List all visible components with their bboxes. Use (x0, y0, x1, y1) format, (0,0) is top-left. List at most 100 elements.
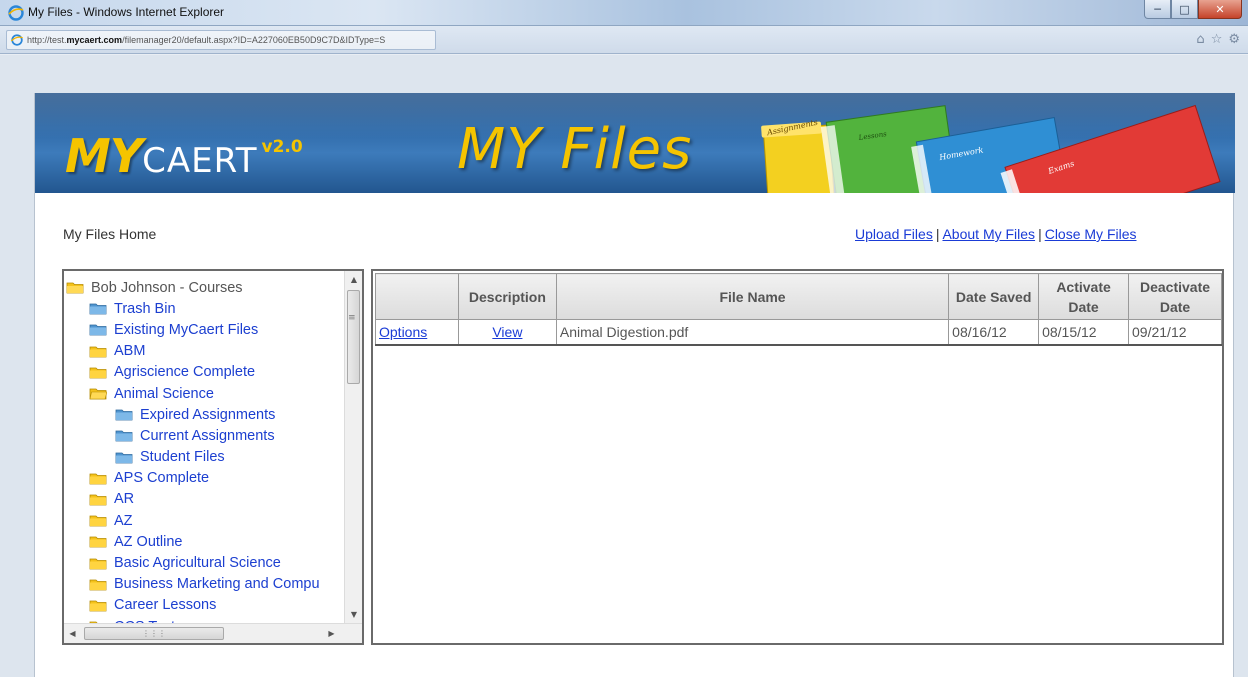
ie-logo-icon (8, 5, 24, 21)
scroll-up-icon[interactable]: ▲ (345, 271, 362, 288)
date-saved-cell: 08/16/12 (948, 319, 1040, 346)
close-my-files-link[interactable]: Close My Files (1045, 226, 1137, 242)
tree-item-label: Expired Assignments (140, 406, 276, 423)
banner-title: MY Files (457, 117, 693, 182)
folder-yellow-icon (89, 473, 107, 485)
tree-item-label: Basic Agricultural Science (114, 555, 281, 572)
address-bar: http://test.mycaert.com/filemanager20/de… (0, 26, 1248, 54)
tree-item[interactable]: Expired Assignments (64, 404, 344, 425)
logo-version: v2.0 (261, 137, 303, 157)
files-panel: Description File Name Date Saved Activat… (371, 269, 1224, 645)
logo-my: MY (65, 129, 143, 183)
close-icon[interactable]: ✕ (1198, 0, 1242, 19)
tree-item[interactable]: Career Lessons (64, 595, 344, 616)
tree-item[interactable]: APS Complete (64, 468, 344, 489)
window-titlebar: My Files - Windows Internet Explorer ─ □… (0, 0, 1248, 26)
hscroll-thumb[interactable]: ⋮⋮⋮ (84, 627, 224, 640)
folder-yellow-icon (89, 494, 107, 506)
tree-item[interactable]: AZ (64, 510, 344, 531)
window-title: My Files - Windows Internet Explorer (28, 5, 225, 19)
tree-root-label: Bob Johnson - Courses (91, 279, 243, 296)
tree-item[interactable]: Business Marketing and Compu (64, 574, 344, 595)
upload-files-link[interactable]: Upload Files (855, 226, 933, 242)
tree-item-label: AZ (114, 512, 133, 529)
scroll-left-icon[interactable]: ◀ (64, 625, 81, 642)
folder-blue-icon (89, 325, 107, 336)
tree-item[interactable]: AR (64, 489, 344, 510)
maximize-icon[interactable]: □ (1171, 0, 1198, 19)
scroll-grip-icon: ≡ (348, 313, 356, 323)
folder-yellow-icon (89, 367, 107, 379)
tree-item[interactable]: AZ Outline (64, 531, 344, 552)
files-table: Description File Name Date Saved Activat… (375, 273, 1222, 346)
file-name-cell: Animal Digestion.pdf (555, 319, 950, 346)
url-path: /filemanager20/default.aspx?ID=A227060EB… (122, 35, 386, 45)
folder-blue-icon (115, 409, 133, 421)
content-frame: MYCAERT v2.0 MY Files Assignments Lessons… (34, 93, 1235, 677)
folder-yellow-icon (89, 558, 107, 569)
window-controls: ─ □ ✕ (1144, 0, 1242, 20)
scroll-right-icon[interactable]: ▶ (323, 625, 340, 642)
folder-blue-icon (115, 452, 133, 463)
description-cell: View (457, 319, 557, 346)
tree-item-label: Agriscience Complete (114, 364, 256, 381)
tree-item[interactable]: ABM (64, 341, 344, 362)
about-my-files-link[interactable]: About My Files (942, 226, 1035, 242)
ie-page-icon (10, 34, 23, 46)
col-header-file-name: File Name (555, 273, 950, 320)
table-header-row: Description File Name Date Saved Activat… (375, 273, 1222, 320)
link-separator: | (1038, 226, 1042, 242)
col-header-description: Description (457, 273, 557, 320)
folder-yellow-icon (89, 515, 107, 527)
settings-gear-icon[interactable]: ⚙ (1228, 32, 1240, 47)
tree-horizontal-scrollbar[interactable]: ◀ ⋮⋮⋮ ▶ (64, 623, 362, 643)
tree-item[interactable]: Animal Science (64, 383, 344, 404)
logo-caert: CAERT (142, 141, 258, 181)
folder-yellow-icon (89, 346, 107, 358)
tree-item[interactable]: Student Files (64, 447, 344, 468)
tree-item-label: ABM (114, 343, 146, 360)
mycaert-logo: MYCAERT v2.0 (65, 129, 303, 183)
tree-item-label: AR (114, 491, 135, 508)
tree-item-label: Student Files (140, 449, 225, 466)
books-illustration: Assignments Lessons Homework Exams (761, 104, 1221, 193)
tree-item[interactable]: CCS Test (64, 616, 344, 623)
scroll-thumb[interactable] (347, 290, 360, 384)
tree-item-label: Existing MyCaert Files (114, 321, 259, 338)
tree-item[interactable]: Agriscience Complete (64, 362, 344, 383)
options-cell: Options (375, 319, 459, 346)
tree-item[interactable]: Current Assignments (64, 425, 344, 446)
tree-item-label: Animal Science (114, 385, 214, 402)
home-icon[interactable]: ⌂ (1196, 32, 1204, 47)
scroll-down-icon[interactable]: ▼ (345, 606, 362, 623)
favorites-star-icon[interactable]: ☆ (1211, 32, 1223, 47)
deactivate-date-cell: 09/21/12 (1128, 319, 1222, 346)
folder-tree: Bob Johnson - Courses Trash Bin Existing … (64, 271, 344, 623)
banner: MYCAERT v2.0 MY Files Assignments Lessons… (35, 93, 1235, 193)
table-row: Options View Animal Digestion.pdf 08/16/… (375, 319, 1222, 346)
tree-vertical-scrollbar[interactable]: ▲ ≡ ▼ (344, 271, 362, 623)
minimize-icon[interactable]: ─ (1144, 0, 1171, 19)
tree-item-label: Current Assignments (140, 427, 275, 444)
tree-item-label: Trash Bin (114, 300, 176, 317)
tree-item-label: AZ Outline (114, 533, 183, 550)
options-link[interactable]: Options (379, 324, 427, 340)
my-files-home-label: My Files Home (63, 226, 157, 242)
folder-blue-icon (89, 303, 107, 315)
tree-item-label: APS Complete (114, 470, 210, 487)
view-link[interactable]: View (492, 324, 522, 340)
folder-yellow-icon (89, 600, 107, 612)
browser-tools: ⌂ ☆ ⚙ (1196, 32, 1240, 47)
tree-item[interactable]: Basic Agricultural Science (64, 552, 344, 573)
tree-root[interactable]: Bob Johnson - Courses (64, 277, 344, 298)
folder-open-icon (89, 388, 107, 400)
url-field[interactable]: http://test.mycaert.com/filemanager20/de… (6, 30, 436, 50)
url-prefix: http://test. (27, 35, 67, 45)
folder-tree-panel: Bob Johnson - Courses Trash Bin Existing … (62, 269, 364, 645)
activate-date-cell: 08/15/12 (1038, 319, 1130, 346)
col-header-deactivate-date: Deactivate Date (1128, 273, 1222, 320)
col-header-activate-date: Activate Date (1038, 273, 1130, 320)
tree-item-label: Career Lessons (114, 597, 217, 614)
tree-item[interactable]: Trash Bin (64, 298, 344, 319)
tree-item[interactable]: Existing MyCaert Files (64, 319, 344, 340)
